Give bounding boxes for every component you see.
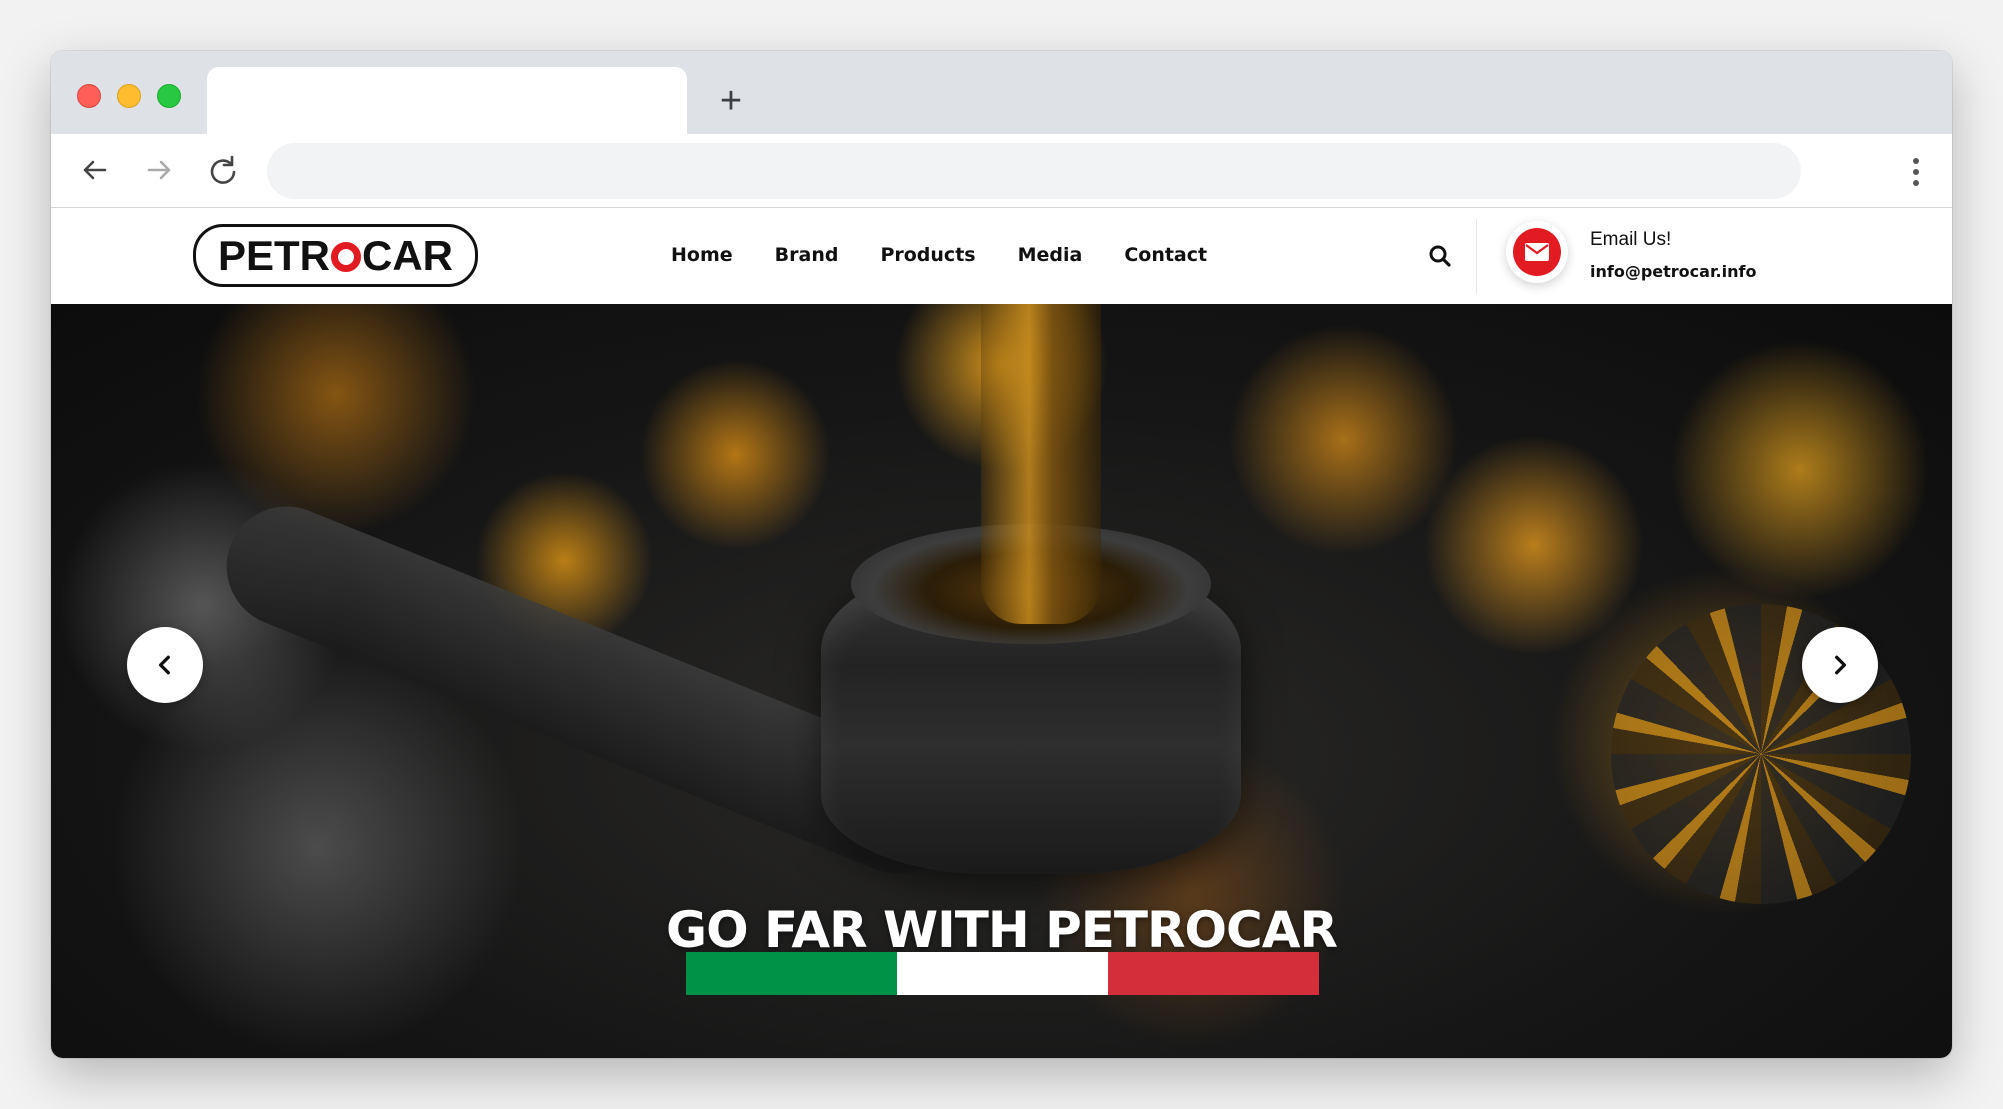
email-button[interactable] [1506, 221, 1568, 283]
flag-red-stripe [1108, 952, 1319, 995]
arrow-right-icon [147, 160, 171, 180]
browser-window: + PETR CAR Home Brand Products Media Con… [51, 51, 1952, 1058]
nav-contact[interactable]: Contact [1124, 237, 1207, 273]
reload-button[interactable] [203, 150, 243, 190]
slider-prev-button[interactable] [127, 627, 203, 703]
nav-media[interactable]: Media [1018, 237, 1083, 273]
close-window-button[interactable] [77, 84, 101, 108]
chevron-right-icon [1835, 655, 1847, 675]
nav-home[interactable]: Home [671, 237, 733, 273]
tab-bar: + [51, 51, 1952, 134]
maximize-window-button[interactable] [157, 84, 181, 108]
browser-tab[interactable] [207, 67, 687, 134]
new-tab-button[interactable]: + [711, 81, 751, 121]
logo-text-right: CAR [362, 231, 453, 279]
site-header: PETR CAR Home Brand Products Media Contac… [51, 209, 1952, 304]
header-divider [1476, 219, 1477, 294]
petrocar-logo[interactable]: PETR CAR [193, 224, 478, 287]
back-button[interactable] [75, 150, 115, 190]
logo-o-target-icon [331, 241, 361, 272]
hero-slider: GO FAR WITH PETROCAR [51, 304, 1952, 1058]
italian-flag-bar [686, 952, 1319, 995]
hero-oil-stream-shape [981, 304, 1101, 624]
envelope-icon-bg [1513, 228, 1561, 276]
envelope-icon [1525, 243, 1549, 261]
nav-brand[interactable]: Brand [775, 237, 839, 273]
reload-icon [210, 155, 236, 184]
nav-products[interactable]: Products [880, 237, 975, 273]
arrow-left-icon [83, 160, 107, 180]
email-label: Email Us! [1590, 229, 1672, 250]
search-icon[interactable] [1427, 243, 1453, 269]
minimize-window-button[interactable] [117, 84, 141, 108]
web-page: PETR CAR Home Brand Products Media Contac… [51, 209, 1952, 1058]
logo-text-left: PETR [217, 231, 330, 279]
flag-green-stripe [686, 952, 897, 995]
browser-menu-button[interactable] [1908, 152, 1924, 192]
slider-next-button[interactable] [1802, 627, 1878, 703]
chevron-left-icon [158, 655, 170, 675]
forward-button[interactable] [139, 150, 179, 190]
address-bar[interactable] [267, 143, 1801, 199]
kebab-menu-icon [1913, 158, 1919, 186]
flag-white-stripe [897, 952, 1108, 995]
main-nav: Home Brand Products Media Contact [671, 237, 1249, 273]
hero-title: GO FAR WITH PETROCAR [666, 901, 1338, 959]
email-address-link[interactable]: info@petrocar.info [1590, 262, 1756, 281]
browser-toolbar [51, 134, 1952, 208]
